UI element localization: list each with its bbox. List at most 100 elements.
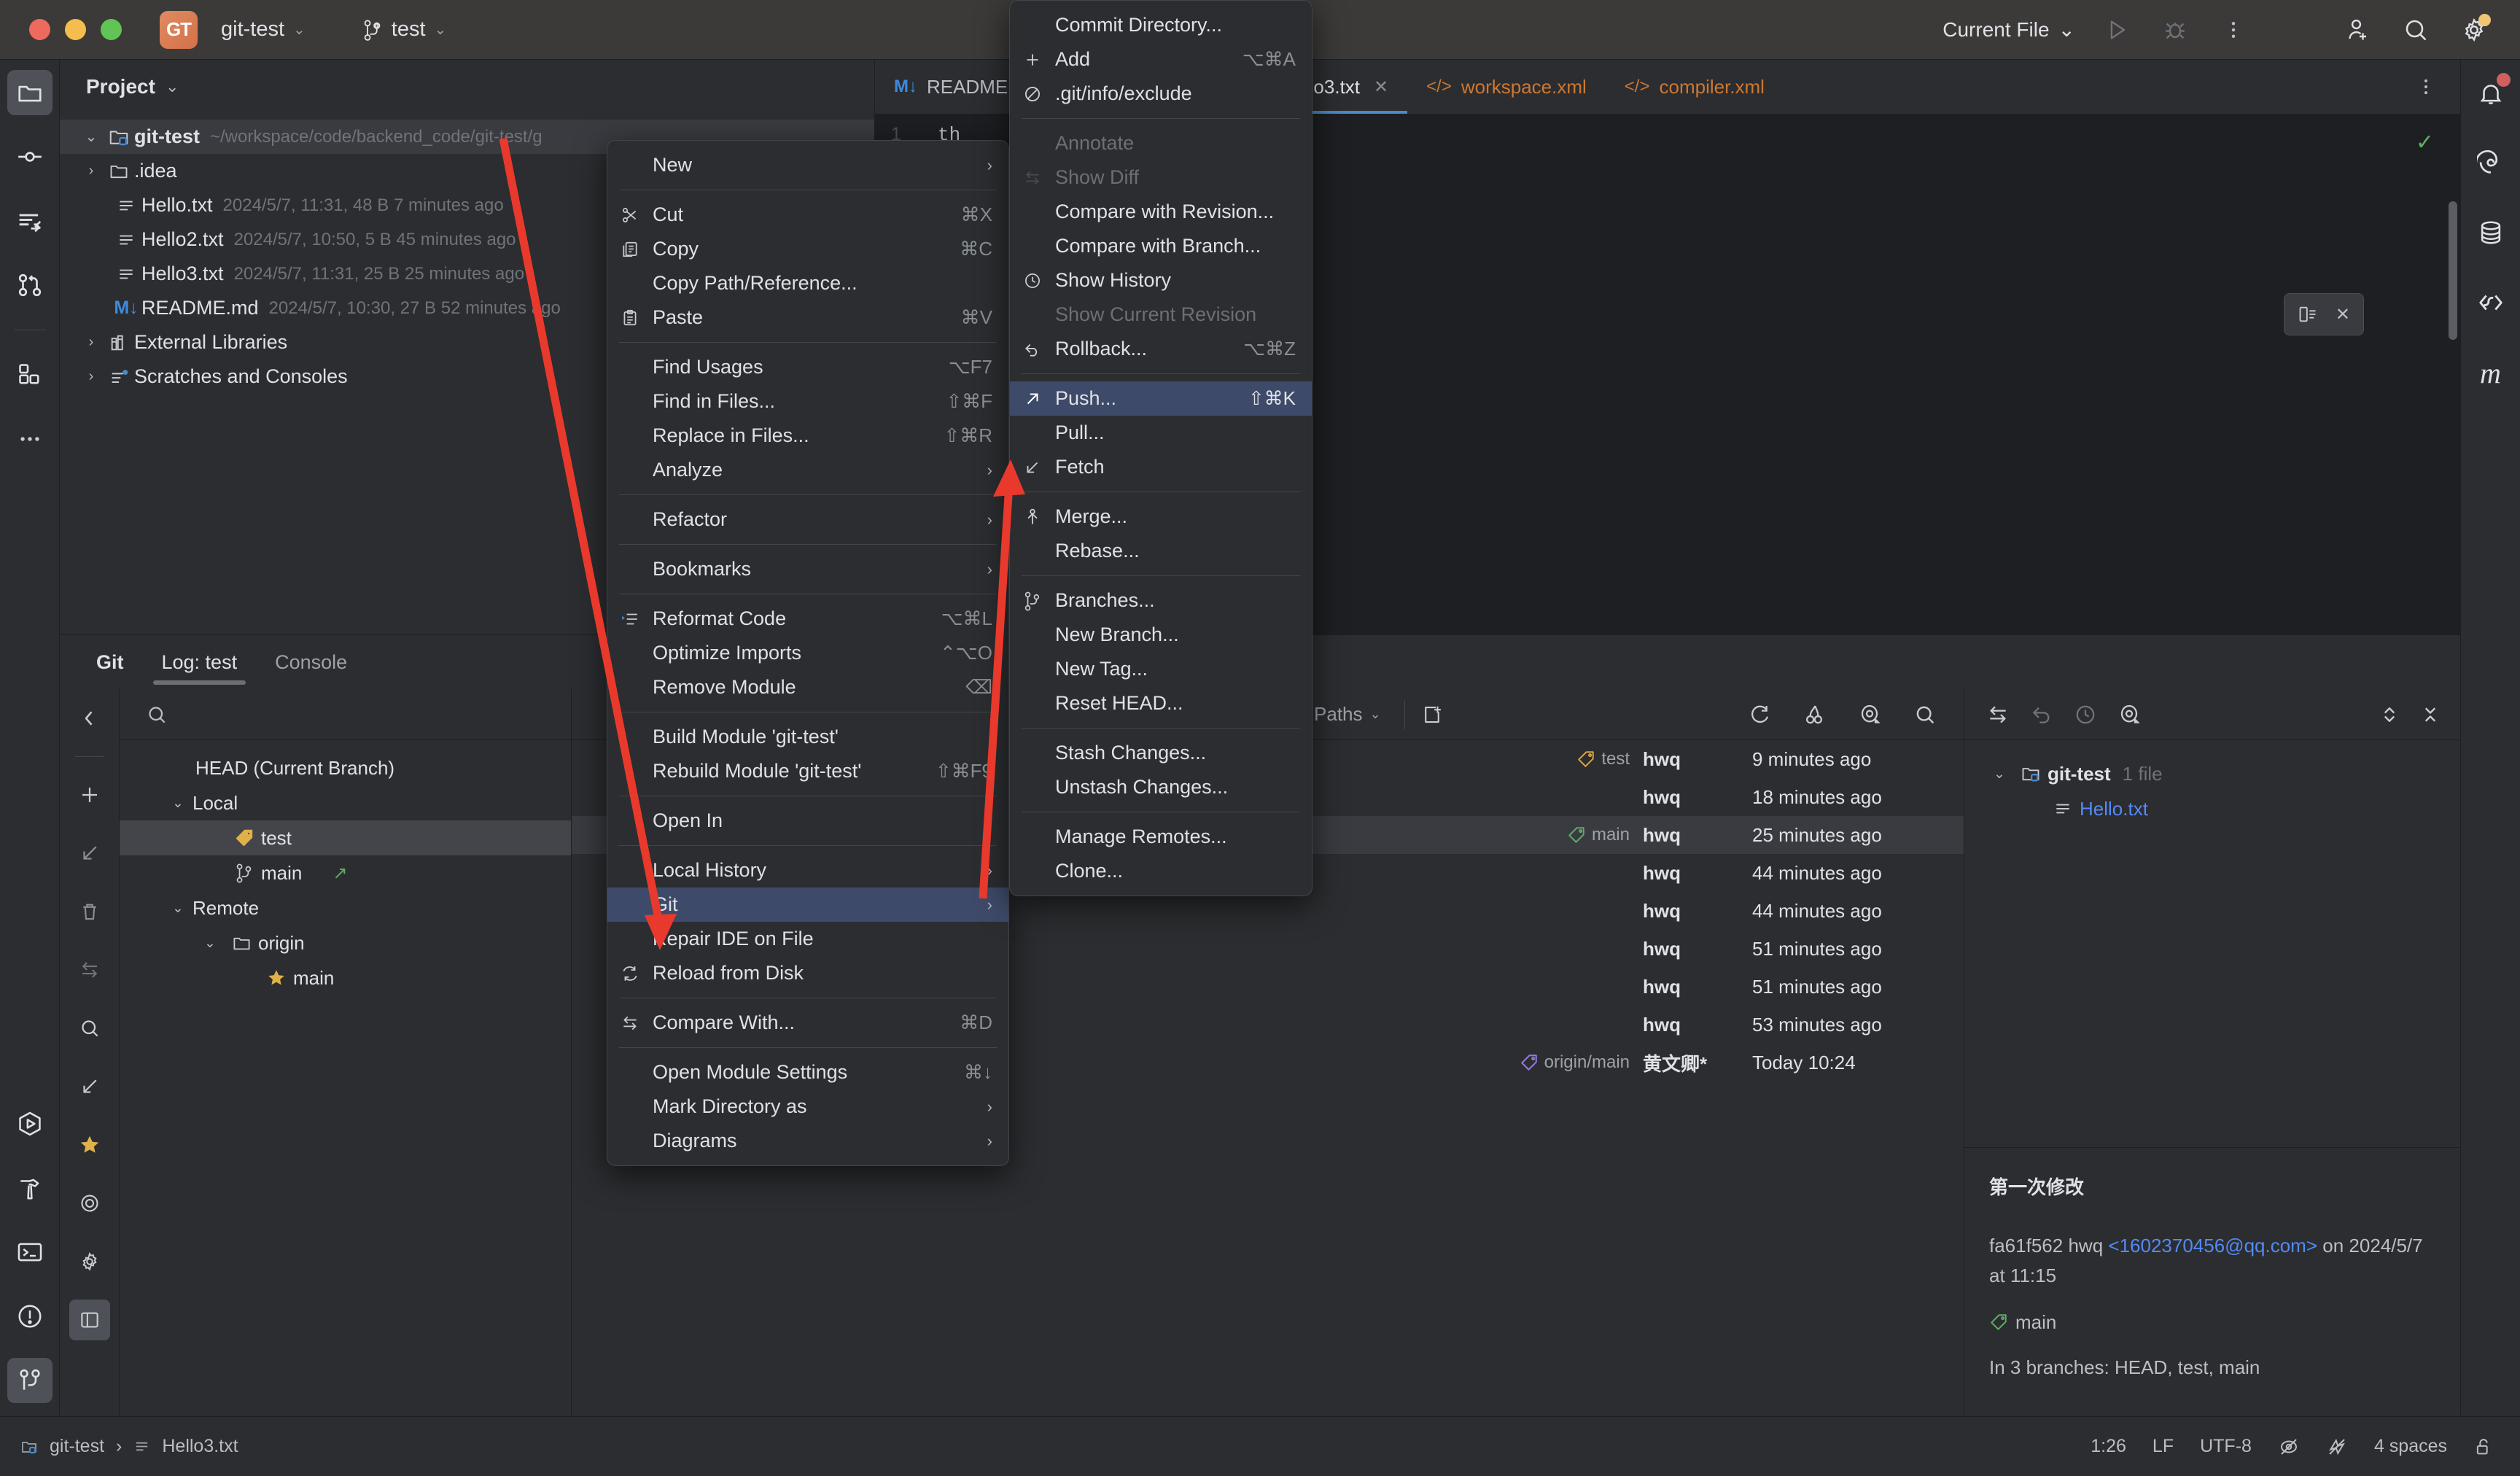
sidebar-item-terminal[interactable] [7,1230,52,1275]
breadcrumb-file[interactable]: Hello3.txt [162,1436,238,1457]
sidebar-item-ai-assistant[interactable] [2468,140,2513,185]
delete-icon[interactable] [69,891,110,932]
branch-row-local[interactable]: ⌄ Local [120,785,571,820]
window-controls[interactable] [29,19,122,40]
menu-item-branches[interactable]: Branches... [1010,583,1312,618]
tab-compiler-xml[interactable]: </> compiler.xml [1606,60,1784,114]
sidebar-item-endpoints[interactable] [2468,280,2513,325]
maximize-window-button[interactable] [101,19,122,40]
changed-files-root[interactable]: ⌄ git-test 1 file [1964,756,2460,791]
debug-button[interactable] [2158,13,2192,47]
menu-item-new-branch[interactable]: New Branch... [1010,618,1312,652]
settings-gear-icon[interactable] [2457,13,2491,47]
sidebar-item-pull-requests[interactable] [7,263,52,308]
cherry-pick-icon[interactable] [69,1183,110,1224]
settings-gear-icon[interactable] [69,1241,110,1282]
inspections-ok-icon[interactable]: ✓ [2416,130,2434,155]
collapse-panel-icon[interactable] [69,698,110,739]
menu-item-cut[interactable]: Cut⌘X [607,198,1008,232]
power-save-mode-icon[interactable] [2326,1436,2348,1458]
menu-item-stash-changes[interactable]: Stash Changes... [1010,736,1312,770]
run-button[interactable] [2100,13,2134,47]
more-actions-button[interactable] [2217,13,2250,47]
branch-selector[interactable]: test ⌄ [354,13,456,46]
diff-popup-toolbar[interactable]: ✕ [2284,293,2364,335]
menu-item-unstash-changes[interactable]: Unstash Changes... [1010,770,1312,804]
sidebar-item-database[interactable] [2468,210,2513,255]
search-icon[interactable] [1908,698,1942,731]
menu-item-replace-in-files[interactable]: Replace in Files...⇧⌘R [607,419,1008,453]
menu-item-manage-remotes[interactable]: Manage Remotes... [1010,820,1312,854]
notifications-bell-icon[interactable] [2468,70,2513,115]
chevron-right-icon[interactable]: › [79,163,104,179]
breadcrumb-project[interactable]: git-test [50,1436,104,1457]
sidebar-item-run[interactable] [7,1101,52,1146]
menu-item-open-in[interactable]: Open In› [607,804,1008,838]
menu-item-rollback[interactable]: Rollback...⌥⌘Z [1010,332,1312,366]
readonly-lock-icon[interactable] [2473,1437,2494,1457]
chevron-right-icon[interactable]: › [79,334,104,351]
menu-item-copy[interactable]: Copy⌘C [607,232,1008,266]
menu-item-add[interactable]: Add⌥⌘A [1010,42,1312,77]
changed-file-row[interactable]: Hello.txt [1964,791,2460,826]
menu-item-find-usages[interactable]: Find Usages⌥F7 [607,350,1008,384]
show-diff-icon[interactable] [1986,703,2010,726]
filter-paths[interactable]: Paths ⌄ [1301,703,1394,726]
collapse-all-icon[interactable] [2419,704,2441,726]
menu-item-diagrams[interactable]: Diagrams› [607,1124,1008,1158]
revert-icon[interactable] [2030,703,2053,726]
menu-item-clone[interactable]: Clone... [1010,854,1312,888]
sidebar-item-project[interactable] [7,70,52,115]
menu-item-find-in-files[interactable]: Find in Files...⇧⌘F [607,384,1008,419]
file-encoding[interactable]: UTF-8 [2200,1436,2252,1457]
cherry-pick-icon[interactable] [1797,698,1831,731]
project-panel-header[interactable]: Project ⌄ [60,60,874,114]
menu-item-compare-with-revision[interactable]: Compare with Revision... [1010,195,1312,229]
search-everywhere-icon[interactable] [2399,13,2432,47]
history-clock-icon[interactable] [2074,703,2097,726]
sidebar-item-problems[interactable] [7,1294,52,1339]
menu-item-rebuild-module[interactable]: Rebuild Module 'git-test'⇧⌘F9 [607,754,1008,788]
branch-row-head[interactable]: HEAD (Current Branch) [120,750,571,785]
menu-item-reset-head[interactable]: Reset HEAD... [1010,686,1312,720]
caret-position[interactable]: 1:26 [2091,1436,2126,1457]
project-selector[interactable]: git-test ⌄ [212,13,314,46]
branch-row-remote[interactable]: ⌄ Remote [120,890,571,925]
menu-item-refactor[interactable]: Refactor› [607,502,1008,537]
menu-item-push[interactable]: Push...⇧⌘K [1010,381,1312,416]
expand-collapse-icon[interactable] [2379,704,2400,726]
menu-item-compare-with[interactable]: Compare With...⌘D [607,1006,1008,1040]
tab-console[interactable]: Console [256,635,366,689]
add-collaborator-icon[interactable] [2341,13,2374,47]
branch-row-main-local[interactable]: main ↗ [120,855,571,890]
sidebar-item-structure[interactable] [7,198,52,244]
chevron-down-icon[interactable]: ⌄ [79,128,104,146]
run-config-selector[interactable]: Current File ⌄ [1942,18,2075,42]
show-details-eye-icon[interactable] [2118,703,2141,726]
menu-item-local-history[interactable]: Local History› [607,853,1008,887]
diff-icon[interactable] [2298,304,2318,325]
menu-item-rebase[interactable]: Rebase... [1010,534,1312,568]
branch-row-test[interactable]: test [120,820,571,855]
sidebar-item-git[interactable] [7,1358,52,1403]
menu-item-fetch[interactable]: Fetch [1010,450,1312,484]
menu-item-merge[interactable]: Merge... [1010,500,1312,534]
branch-search-box[interactable] [120,689,571,740]
sidebar-item-build[interactable] [7,1165,52,1211]
fetch-icon[interactable] [69,1066,110,1107]
menu-item-show-history[interactable]: Show History [1010,263,1312,298]
menu-item-repair-ide-on-file[interactable]: Repair IDE on File [607,922,1008,956]
menu-item-bookmarks[interactable]: Bookmarks› [607,552,1008,586]
menu-item-open-module-settings[interactable]: Open Module Settings⌘↓ [607,1055,1008,1089]
inspections-off-icon[interactable] [2278,1436,2300,1458]
sidebar-item-more-tools[interactable] [7,416,52,462]
menu-item-commit-directory[interactable]: Commit Directory... [1010,8,1312,42]
tab-readme[interactable]: M↓ README [875,60,1027,114]
chevron-down-icon[interactable]: ⌄ [163,795,192,812]
menu-item-pull[interactable]: Pull... [1010,416,1312,450]
new-tab-icon[interactable] [1415,698,1449,731]
close-icon[interactable]: ✕ [2336,304,2350,325]
line-separator[interactable]: LF [2152,1436,2174,1457]
chevron-down-icon[interactable]: ⌄ [1985,766,2014,782]
close-icon[interactable]: ✕ [1374,77,1388,98]
